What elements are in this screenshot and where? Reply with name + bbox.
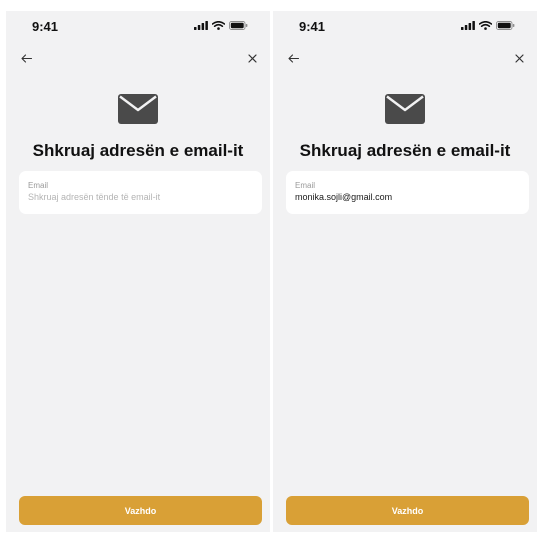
- continue-button[interactable]: Vazhdo: [19, 496, 262, 525]
- close-icon: [514, 50, 524, 68]
- nav-bar: [273, 49, 537, 71]
- page-title: Shkruaj adresën e email-it: [32, 141, 244, 160]
- status-time: 9:41: [299, 19, 326, 34]
- wifi-icon: [212, 21, 225, 30]
- status-time: 9:41: [32, 19, 59, 34]
- email-field-label: Email: [295, 181, 316, 190]
- email-screen-filled: 9:41 Shkruaj adresën e email-it Email mo…: [273, 11, 537, 532]
- status-bar: 9:41: [273, 11, 537, 39]
- signal-icon: [194, 21, 208, 30]
- arrow-left-icon: [20, 50, 32, 68]
- close-button[interactable]: [242, 49, 262, 69]
- status-icons: [461, 21, 515, 30]
- envelope-icon: [118, 94, 158, 124]
- stage: 9:41 Shkruaj adresën e email-it Email Sh…: [0, 0, 538, 544]
- email-field[interactable]: Email monika.sojli@gmail.com: [286, 171, 529, 214]
- wifi-icon: [479, 21, 492, 30]
- back-button[interactable]: [283, 49, 303, 69]
- status-bar: 9:41: [6, 11, 270, 39]
- page-title: Shkruaj adresën e email-it: [299, 141, 511, 160]
- back-button[interactable]: [16, 49, 36, 69]
- email-field-label: Email: [28, 181, 49, 190]
- continue-button[interactable]: Vazhdo: [286, 496, 529, 525]
- nav-bar: [6, 49, 270, 71]
- envelope-icon: [385, 94, 425, 124]
- email-field-value: monika.sojli@gmail.com: [295, 192, 393, 202]
- email-field-placeholder: Shkruaj adresën tënde të email-it: [28, 192, 161, 202]
- email-field[interactable]: Email Shkruaj adresën tënde të email-it: [19, 171, 262, 214]
- arrow-left-icon: [287, 50, 299, 68]
- close-icon: [247, 50, 257, 68]
- status-icons: [194, 21, 248, 30]
- close-button[interactable]: [509, 49, 529, 69]
- email-screen-empty: 9:41 Shkruaj adresën e email-it Email Sh…: [6, 11, 270, 532]
- battery-icon: [229, 21, 248, 30]
- signal-icon: [461, 21, 475, 30]
- battery-icon: [496, 21, 515, 30]
